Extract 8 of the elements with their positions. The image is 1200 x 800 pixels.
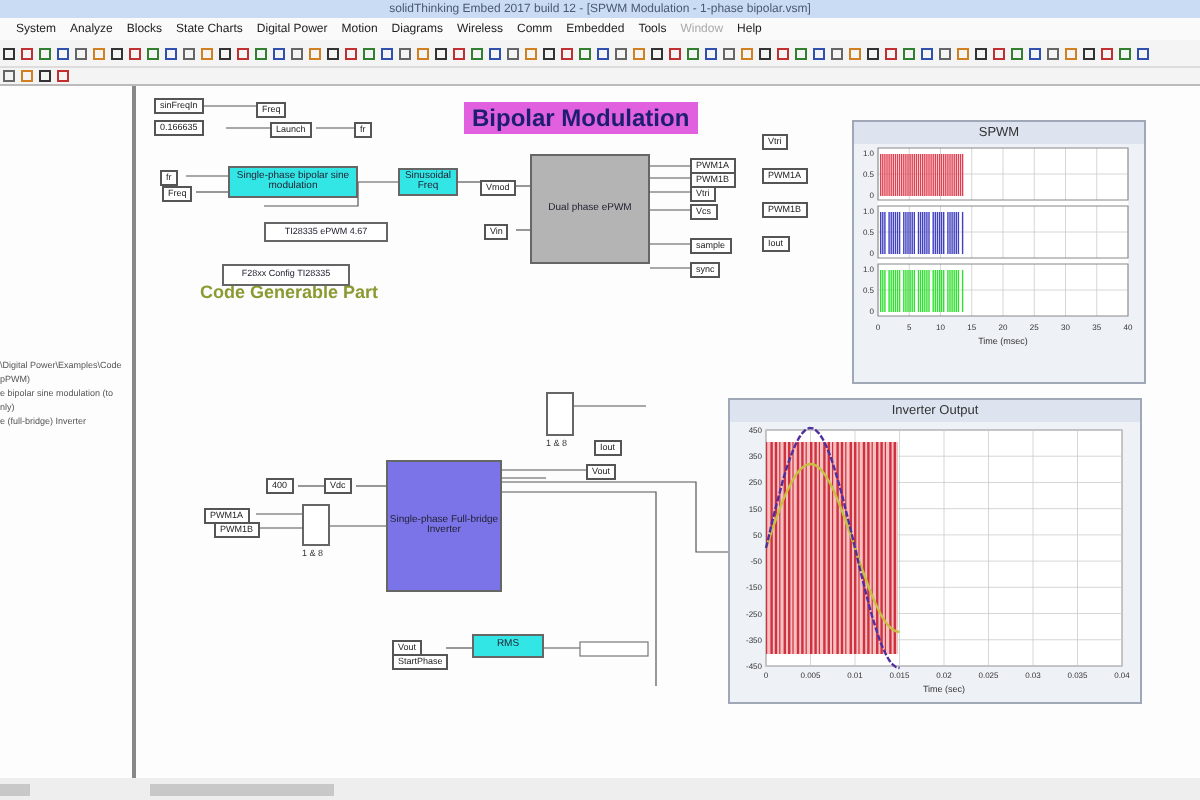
mux-block[interactable] [546, 392, 574, 436]
scrollbar[interactable] [150, 783, 334, 795]
toolbar-icons-drawing[interactable] [0, 68, 72, 84]
toolbar-icons-drawing[interactable] [0, 45, 1152, 61]
diagram-title: Bipolar Modulation [464, 102, 698, 134]
diagram-caption: Code Generable Part [200, 282, 379, 302]
mux-block[interactable] [302, 504, 330, 546]
scrollbar[interactable] [0, 783, 30, 795]
